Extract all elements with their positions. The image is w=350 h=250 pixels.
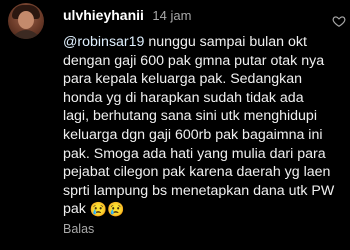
timestamp: 14 jam (152, 8, 192, 23)
comment-line: dengan gaji 600 pak gmna putar otak nya (63, 52, 325, 69)
crying-face-icon: 😢 (89, 201, 108, 218)
comment-line: lagi, berhutang sana sini utk menghidupi (63, 108, 317, 125)
heart-icon[interactable] (332, 14, 346, 28)
comment-line: honda yg di harapkan sudah tidak ada (63, 89, 304, 106)
comment-line: nunggu sampai bulan okt (144, 34, 307, 50)
comment-line: para kepala keluarga pak. Sedangkan (63, 71, 302, 88)
mention-link[interactable]: @robinsar19 (63, 34, 144, 50)
avatar-face (18, 11, 34, 29)
comment-line: sprti lampung bs menetapkan dana utk PW (63, 182, 335, 199)
comment-line: pejabat cilegon pak karena daerah yg lae… (63, 164, 331, 181)
reply-button[interactable]: Balas (63, 220, 94, 238)
comment-text: @robinsar19 nunggu sampai bulan okt deng… (63, 33, 350, 219)
comment-line: pak. Smoga ada hati yang mulia dari para (63, 145, 326, 162)
comment-item: ulvhieyhanii 14 jam @robinsar19 nunggu s… (0, 0, 350, 250)
avatar[interactable] (8, 3, 44, 39)
comment-header: ulvhieyhanii 14 jam (63, 5, 191, 26)
comment-line: pak (63, 201, 90, 218)
avatar-shoulders (10, 30, 42, 39)
username[interactable]: ulvhieyhanii (63, 7, 144, 23)
comment-line: keluarga dgn gaji 600rb pak bagaimna ini (63, 126, 323, 143)
crying-face-icon: 😢 (107, 201, 125, 218)
